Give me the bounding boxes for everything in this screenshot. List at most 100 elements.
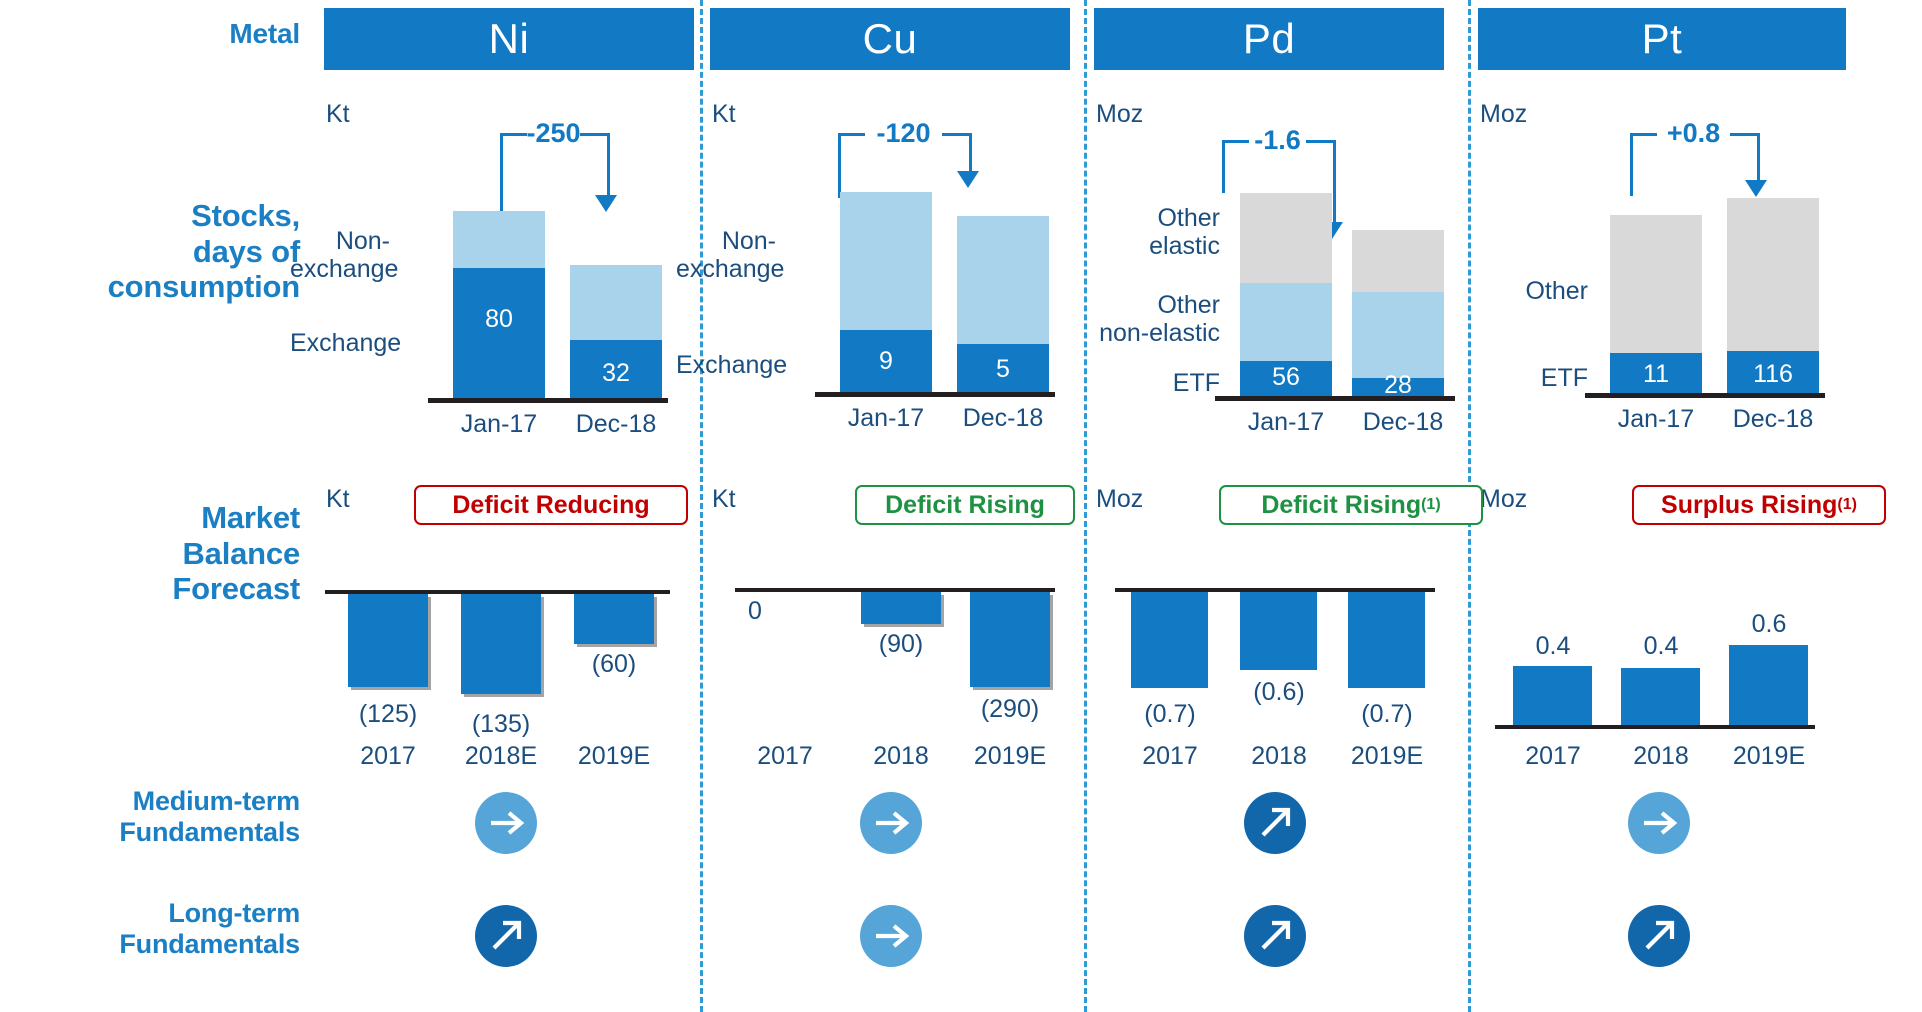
pd-mbf-bar-2019e	[1348, 592, 1425, 688]
ni-mbf-value-2017: (125)	[358, 700, 418, 728]
long-term-arrow-pd[interactable]	[1244, 905, 1306, 967]
ni-stocks-xtick-dec18: Dec-18	[575, 410, 657, 438]
status-badge-ni-label: Deficit Reducing	[452, 490, 650, 519]
row-label-long-term-fundamentals: Long-term Fundamentals	[0, 898, 300, 960]
pd-legend-other-non-elastic: Other non-elastic	[1099, 291, 1220, 347]
row-label-mbf-line1: Market	[201, 500, 300, 535]
pt-stocks-axis-line	[1585, 393, 1825, 398]
long-term-arrow-pt[interactable]	[1628, 905, 1690, 967]
cu-mbf-value-2018: (90)	[878, 630, 924, 658]
ni-mbf-bar-2019e	[574, 594, 654, 644]
status-badge-pd[interactable]: Deficit Rising (1)	[1219, 485, 1483, 525]
row-label-mbf-line3: Forecast	[172, 571, 300, 607]
row-label-mbf-line2: Balance	[182, 535, 301, 571]
status-badge-pt[interactable]: Surplus Rising (1)	[1632, 485, 1886, 525]
unit-label-ni-mbf: Kt	[326, 485, 350, 513]
pt-mbf-bar-2018	[1621, 668, 1700, 725]
status-badge-pd-label: Deficit Rising	[1261, 490, 1422, 519]
row-label-stocks-line2: days of	[192, 233, 300, 269]
cu-stock-seg-non-exchange-dec18	[957, 216, 1049, 344]
pt-stock-value-dec18: 116	[1753, 360, 1793, 388]
pt-stock-seg-etf-jan17: 11	[1610, 353, 1702, 393]
pd-mbf-value-2019e: (0.7)	[1361, 700, 1413, 728]
pt-mbf-xtick-2017: 2017	[1525, 742, 1581, 770]
unit-label-cu-stocks: Kt	[712, 100, 736, 128]
pt-mbf-value-2018: 0.4	[1643, 632, 1679, 660]
cu-mbf-xtick-2018: 2018	[873, 742, 929, 770]
long-term-arrow-cu[interactable]	[860, 905, 922, 967]
ni-stocks-xtick-jan17: Jan-17	[460, 410, 538, 438]
pd-stock-seg-etf-dec18: 28	[1352, 371, 1444, 399]
metal-header-cu: Cu	[710, 8, 1070, 70]
row-label-stocks: Stocks, days of consumption	[0, 198, 301, 305]
ni-stocks-axis-line	[428, 398, 668, 403]
pt-stock-bar-dec18: 116	[1727, 198, 1819, 393]
cu-stocks-xtick-dec18: Dec-18	[962, 404, 1044, 432]
ni-stock-seg-non-exchange-jan17	[453, 211, 545, 268]
pt-legend-etf: ETF	[1540, 364, 1588, 392]
pd-mbf-xtick-2019e: 2019E	[1350, 742, 1424, 770]
medium-term-arrow-ni[interactable]	[475, 792, 537, 854]
cu-mbf-bar-2018	[861, 592, 941, 624]
pd-stock-seg-other-elastic-dec18	[1352, 230, 1444, 292]
metal-header-ni: Ni	[324, 8, 694, 70]
unit-label-ni-stocks: Kt	[326, 100, 350, 128]
ni-mbf-xtick-2019e: 2019E	[577, 742, 651, 770]
row-label-long-line2: Fundamentals	[119, 929, 300, 960]
cu-stocks-xtick-jan17: Jan-17	[847, 404, 925, 432]
ni-delta-label: -250	[526, 118, 581, 148]
row-label-stocks-line3: consumption	[107, 269, 301, 305]
unit-label-pt-stocks: Moz	[1480, 100, 1528, 128]
cu-stock-value-jan17: 9	[879, 347, 893, 375]
cu-stock-seg-exchange-dec18: 5	[957, 344, 1049, 392]
unit-label-pd-stocks: Moz	[1096, 100, 1144, 128]
cu-stock-bar-dec18: 5	[957, 216, 1049, 392]
medium-term-arrow-pt[interactable]	[1628, 792, 1690, 854]
ni-stock-value-jan17: 80	[485, 305, 513, 333]
unit-label-pd-mbf: Moz	[1096, 485, 1144, 513]
column-divider-1	[700, 0, 703, 1012]
cu-stock-bar-jan17: 9	[840, 192, 932, 392]
pd-stocks-xtick-jan17: Jan-17	[1247, 408, 1325, 436]
pd-stocks-xtick-dec18: Dec-18	[1362, 408, 1444, 436]
metal-header-pt: Pt	[1478, 8, 1846, 70]
metal-header-pd-label: Pd	[1242, 15, 1296, 62]
column-divider-2	[1084, 0, 1087, 1012]
cu-delta-label: -120	[876, 118, 931, 148]
pd-mbf-value-2018: (0.6)	[1253, 678, 1305, 706]
pt-stock-value-jan17: 11	[1643, 360, 1669, 388]
ni-mbf-bar-2017	[348, 594, 428, 687]
pt-stock-seg-other-dec18	[1727, 198, 1819, 351]
row-label-stocks-line1: Stocks,	[191, 198, 300, 233]
pd-mbf-bar-2017	[1131, 592, 1208, 688]
cu-stocks-axis-line	[815, 392, 1055, 397]
pt-stocks-xtick-dec18: Dec-18	[1732, 405, 1814, 433]
long-term-arrow-ni[interactable]	[475, 905, 537, 967]
status-badge-cu[interactable]: Deficit Rising	[855, 485, 1075, 525]
medium-term-arrow-cu[interactable]	[860, 792, 922, 854]
pt-legend-other: Other	[1525, 277, 1588, 305]
pd-stock-bar-jan17: 56	[1240, 193, 1332, 396]
ni-stock-bar-jan17: 80	[453, 211, 545, 398]
status-badge-pd-sup: (1)	[1421, 496, 1441, 513]
status-badge-pt-sup: (1)	[1837, 496, 1857, 513]
status-badge-ni[interactable]: Deficit Reducing	[414, 485, 688, 525]
ni-legend-exchange: Exchange	[290, 329, 402, 357]
ni-stock-seg-exchange-dec18: 32	[570, 340, 662, 398]
row-label-long-line1: Long-term	[168, 898, 300, 928]
pd-mbf-value-2017: (0.7)	[1144, 700, 1196, 728]
ni-stock-bar-dec18: 32	[570, 265, 662, 398]
row-label-metal: Metal	[0, 18, 300, 50]
pt-stock-seg-other-jan17	[1610, 215, 1702, 353]
cu-legend-exchange: Exchange	[676, 351, 788, 379]
medium-term-arrow-pd[interactable]	[1244, 792, 1306, 854]
pt-delta-arrowhead	[1745, 180, 1767, 197]
pd-stock-seg-other-elastic-jan17	[1240, 193, 1332, 283]
ni-stock-value-dec18: 32	[602, 359, 630, 387]
status-badge-pt-label: Surplus Rising	[1661, 490, 1838, 519]
pt-stock-seg-etf-dec18: 116	[1727, 351, 1819, 393]
pd-stock-bar-dec18: 28	[1352, 230, 1444, 399]
pd-stocks-axis-line	[1215, 396, 1455, 401]
cu-mbf-xtick-2019e: 2019E	[973, 742, 1047, 770]
pt-mbf-axis-line	[1495, 725, 1815, 729]
